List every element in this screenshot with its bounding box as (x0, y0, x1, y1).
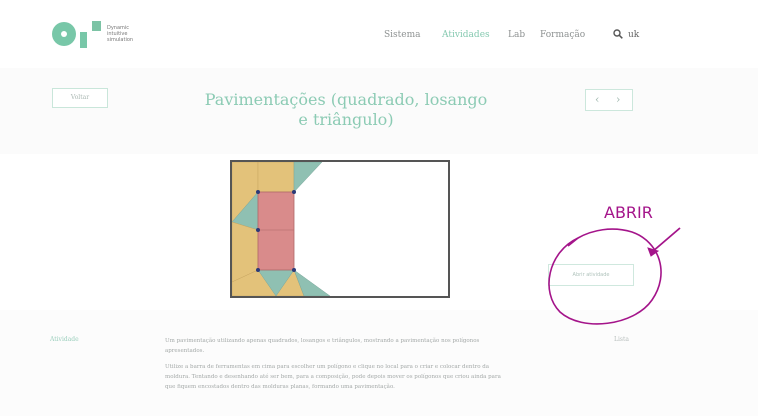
open-activity-button[interactable]: Abrir atividade (548, 264, 634, 286)
back-button[interactable]: Voltar (52, 88, 108, 108)
next-button[interactable]: › (616, 93, 620, 106)
description-paragraph-2: Utilize a barra de ferramentas em cima p… (165, 364, 501, 390)
pager: ‹ › (585, 89, 633, 111)
nav-item-formacao[interactable]: Formação (540, 30, 585, 40)
nav-item-sistema[interactable]: Sistema (384, 30, 421, 40)
section-label: Atividade (50, 336, 79, 343)
search-icon[interactable] (613, 29, 623, 42)
language-switch[interactable]: uk (628, 30, 639, 40)
description-paragraph-1: Um pavimentação utilizando apenas quadra… (165, 338, 480, 354)
nav-item-lab[interactable]: Lab (508, 30, 525, 40)
logo-text: Dynamic intuitive simulation (107, 25, 134, 43)
logo-square-mark (92, 21, 101, 31)
top-bar: Dynamic intuitive simulation Sistema Ati… (0, 0, 758, 68)
tessellation-diagram[interactable] (230, 160, 450, 298)
list-link[interactable]: Lista (614, 336, 629, 343)
site-logo[interactable]: Dynamic intuitive simulation (52, 18, 162, 54)
page-title: Pavimentações (quadrado, losango e triân… (204, 90, 488, 129)
logo-g-mark (52, 22, 76, 46)
logo-i-mark (80, 32, 87, 48)
nav-item-atividades[interactable]: Atividades (442, 30, 490, 40)
tessellation-svg (231, 161, 331, 297)
prev-button[interactable]: ‹ (595, 93, 599, 106)
